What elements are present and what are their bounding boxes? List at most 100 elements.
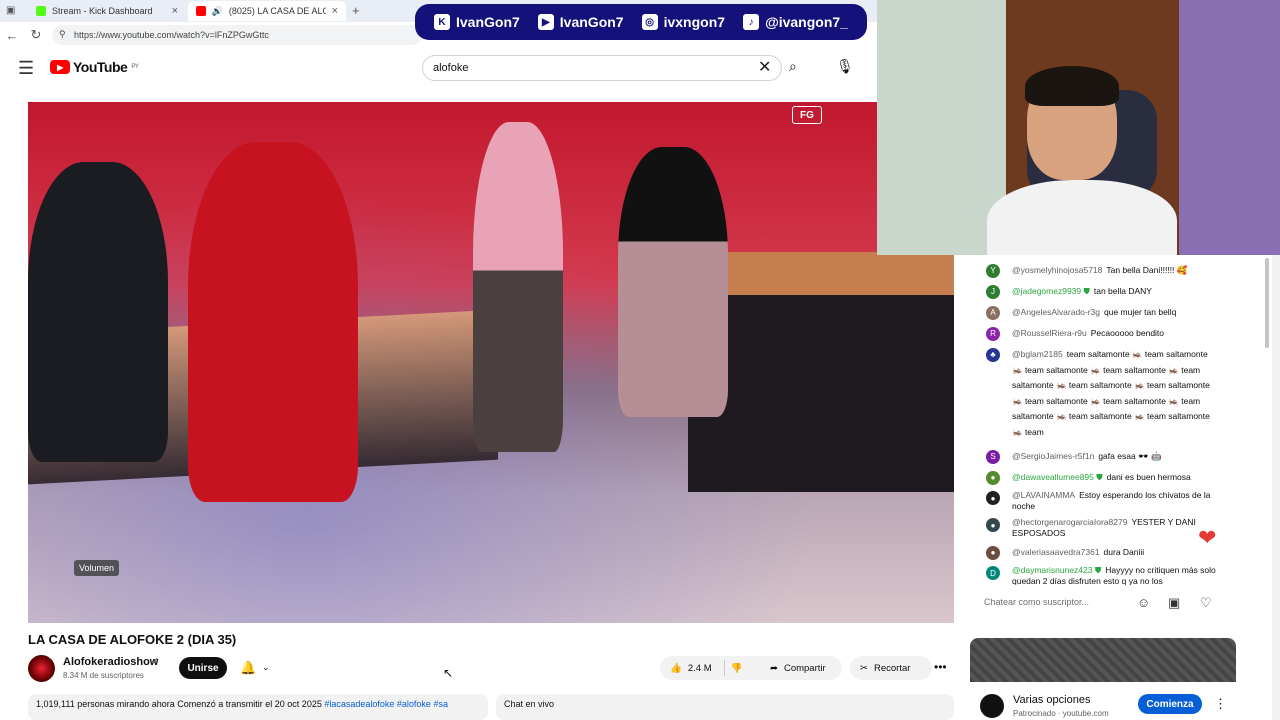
- avatar: R: [986, 327, 1000, 341]
- chat-message: D @daymarisnunez423 ⛊ Hayyyy no critiquen…: [986, 565, 1216, 585]
- channel-name[interactable]: Alofokeradioshow: [63, 656, 158, 668]
- avatar: D: [986, 566, 1000, 580]
- chat-scrollbar[interactable]: [1265, 258, 1269, 348]
- tiktok-icon: ♪: [743, 14, 760, 30]
- chat-author[interactable]: @AngelesAlvarado-r3g: [1012, 307, 1100, 317]
- handle-text: IvanGon7: [559, 14, 624, 30]
- handle-text: @ivangon7_: [765, 14, 848, 30]
- search-input[interactable]: alofoke: [422, 55, 782, 81]
- youtube-logo[interactable]: ▶ YouTube PY: [50, 59, 139, 75]
- ad-subtitle: Patrocinado · youtube.com: [1013, 709, 1109, 718]
- close-tab-icon[interactable]: ×: [172, 5, 178, 17]
- description-text: 1,019,111 personas mirando ahora Comenzó…: [36, 699, 322, 709]
- chat-text: team saltamonte 🦗 team saltamonte 🦗 team…: [1012, 349, 1210, 437]
- description-box[interactable]: 1,019,111 personas mirando ahora Comenzó…: [28, 694, 488, 720]
- new-tab-icon[interactable]: +: [352, 3, 360, 18]
- more-options-icon[interactable]: ⋮: [1214, 696, 1227, 712]
- chevron-down-icon[interactable]: ⌄: [262, 662, 270, 673]
- clear-search-icon[interactable]: ✕: [758, 57, 771, 77]
- chat-author[interactable]: @hectorgenarogarciaIora8279: [1012, 517, 1127, 527]
- chat-input[interactable]: Chatear como suscriptor...: [984, 591, 1124, 613]
- clip-button[interactable]: ✂ Recortar: [850, 656, 932, 680]
- audio-playing-icon[interactable]: 🔊: [212, 6, 223, 17]
- like-count[interactable]: 2.4 M: [688, 663, 712, 674]
- social-handle: K IvanGon7: [434, 14, 520, 30]
- bell-icon[interactable]: 🔔: [240, 660, 256, 676]
- chat-author[interactable]: @RousselRiera-r9u: [1012, 328, 1087, 338]
- handle-text: ivxngon7: [663, 14, 726, 30]
- streamer-shirt: [987, 180, 1177, 255]
- chat-author[interactable]: @yosmelyhinojosa5718: [1012, 265, 1102, 275]
- join-button[interactable]: Unirse: [179, 657, 227, 679]
- close-tab-icon[interactable]: ×: [332, 5, 338, 17]
- person-figure: [28, 162, 168, 462]
- microphone-icon[interactable]: 🎙: [836, 58, 854, 75]
- chat-author[interactable]: @LAVAINAMMA: [1012, 490, 1075, 500]
- chat-message: ● @valeriasaavedra7361 dura Daniii: [986, 545, 1216, 561]
- chat-text: Pecaooooo bendito: [1090, 328, 1165, 338]
- ad-title: Varias opciones: [1013, 694, 1091, 706]
- tab-kick-dashboard[interactable]: Stream - Kick Dashboard ×: [28, 1, 186, 21]
- search-icon[interactable]: ⌕: [789, 58, 797, 75]
- ad-image: [970, 638, 1236, 682]
- thumbs-up-icon[interactable]: 👍: [670, 663, 682, 674]
- ad-card[interactable]: Varias opciones Patrocinado · youtube.co…: [970, 638, 1236, 720]
- person-figure: [473, 122, 563, 452]
- instagram-icon: ◎: [641, 14, 658, 30]
- chat-author[interactable]: @daymarisnunez423 ⛊: [1012, 565, 1101, 575]
- channel-avatar[interactable]: [28, 655, 55, 682]
- kick-favicon-icon: [36, 6, 46, 16]
- chat-message: R @RousselRiera-r9u Pecaooooo bendito: [986, 326, 1216, 342]
- chat-author[interactable]: @bglam2185: [1012, 349, 1063, 359]
- ad-cta-button[interactable]: Comienza: [1138, 694, 1202, 714]
- back-icon[interactable]: ←: [0, 28, 24, 43]
- emoji-icon[interactable]: ☺: [1137, 595, 1150, 610]
- reload-icon[interactable]: ↻: [24, 27, 48, 43]
- heart-icon[interactable]: ♡: [1200, 595, 1212, 611]
- more-actions-icon[interactable]: •••: [934, 660, 947, 674]
- video-player[interactable]: FG Volumen: [28, 102, 954, 623]
- subscriber-count: 8.34 M de suscriptores: [63, 671, 144, 680]
- verified-badge-icon: ✔: [151, 656, 159, 666]
- video-title: LA CASA DE ALOFOKE 2 (DIA 35): [28, 632, 237, 647]
- streamer-figure: [987, 66, 1177, 255]
- chat-author[interactable]: @jadegomez9939 ⛊: [1012, 286, 1090, 296]
- search-value: alofoke: [433, 62, 469, 74]
- chat-author[interactable]: @dawaveallumee895 ⛊: [1012, 472, 1103, 482]
- youtube-play-icon: ▶: [50, 60, 70, 74]
- streamer-hair: [1025, 66, 1119, 106]
- share-button[interactable]: ➦ Compartir: [760, 656, 842, 680]
- clip-label: Recortar: [873, 662, 911, 674]
- chat-message: ● @hectorgenarogarciaIora8279 YESTER Y DA…: [986, 517, 1216, 539]
- chat-message: S @SergioJaimes-r5f1n gafa esaa 🕶️ 🤖: [986, 449, 1216, 465]
- youtube-icon: ▶: [537, 14, 554, 30]
- chat-message: A @AngelesAlvarado-r3g que mujer tan bell…: [986, 305, 1216, 321]
- youtube-header: ☰ ▶ YouTube PY alofoke ✕ ⌕ 🎙: [0, 48, 880, 88]
- page-scrollbar[interactable]: [1272, 255, 1280, 720]
- avatar: ♣: [986, 348, 1000, 362]
- share-label: Compartir: [783, 662, 826, 674]
- chat-text: Tan bella Dani!!!!!! 🥰: [1106, 265, 1188, 275]
- sidebar-toggle-icon[interactable]: ▣: [6, 5, 15, 16]
- live-chat-toggle[interactable]: Chat en vivo: [496, 694, 954, 720]
- url-field[interactable]: ⚲ https://www.youtube.com/watch?v=lFnZPG…: [52, 25, 422, 45]
- share-icon: ➦: [770, 662, 778, 674]
- chat-message: ● @LAVAINAMMA Estoy esperando los chivato…: [986, 490, 1216, 512]
- chat-author[interactable]: @SergioJaimes-r5f1n: [1012, 451, 1094, 461]
- tab-youtube[interactable]: 🔊 (8025) LA CASA DE ALOFOKE ×: [188, 1, 346, 21]
- thumbs-down-icon[interactable]: 👎: [731, 663, 743, 674]
- streamer-webcam: [877, 0, 1280, 255]
- wall-sign: FG: [792, 106, 822, 124]
- chat-text: gafa esaa 🕶️ 🤖: [1098, 451, 1162, 461]
- chat-author[interactable]: @valeriasaavedra7361: [1012, 547, 1100, 557]
- site-info-icon[interactable]: ⚲: [59, 29, 66, 40]
- person-figure: [618, 147, 728, 417]
- super-chat-icon[interactable]: ▣: [1168, 595, 1180, 611]
- chat-text: que mujer tan bellq: [1104, 307, 1177, 317]
- advertiser-logo: [980, 694, 1004, 718]
- divider: [723, 660, 725, 676]
- avatar: ●: [986, 491, 1000, 505]
- social-handle: ♪ @ivangon7_: [743, 14, 848, 30]
- hashtags[interactable]: #lacasadealofoke #alofoke #sa: [324, 699, 448, 709]
- hamburger-menu-icon[interactable]: ☰: [18, 58, 34, 79]
